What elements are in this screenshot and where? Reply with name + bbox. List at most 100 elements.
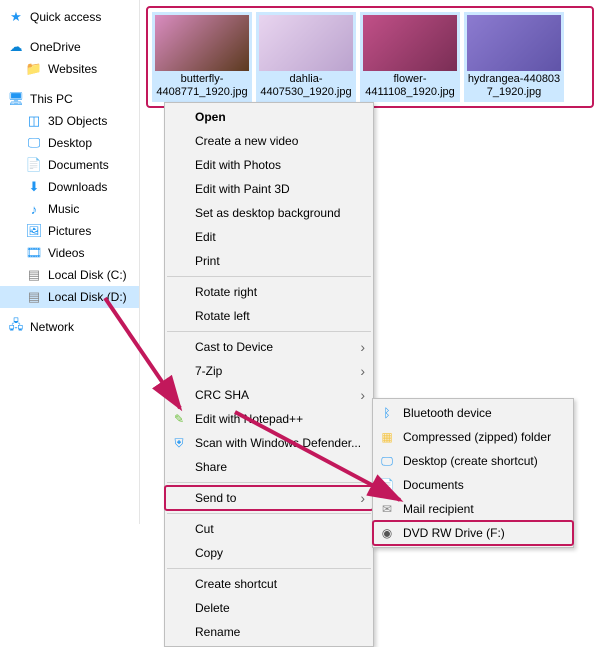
chevron-right-icon: ›	[360, 490, 365, 506]
nav-quick-access[interactable]: ★ Quick access	[0, 6, 139, 28]
nav-local-disk-d[interactable]: ▤ Local Disk (D:)	[0, 286, 139, 308]
cloud-icon: ☁	[8, 39, 24, 55]
menu-separator	[167, 482, 371, 483]
nav-label: Local Disk (D:)	[48, 290, 127, 304]
pc-icon: 🖥	[8, 91, 24, 107]
menu-scan-defender[interactable]: ⛨Scan with Windows Defender...	[165, 431, 373, 455]
videos-icon: 🎞	[26, 245, 42, 261]
nav-label: Downloads	[48, 180, 107, 194]
zip-icon: ▦	[379, 429, 395, 445]
menu-edit-npp[interactable]: ✎Edit with Notepad++	[165, 407, 373, 431]
thumbnail-selection: butterfly-4408771_1920.jpg dahlia-440753…	[146, 6, 594, 108]
network-icon: 🖧	[8, 319, 24, 335]
drive-icon: ▤	[26, 289, 42, 305]
menu-copy[interactable]: Copy	[165, 541, 373, 565]
chevron-right-icon: ›	[360, 387, 365, 403]
file-thumbnail[interactable]: hydrangea-440803 7_1920.jpg	[464, 12, 564, 102]
nav-documents[interactable]: 📄 Documents	[0, 154, 139, 176]
image-preview-icon	[467, 15, 561, 71]
nav-label: Quick access	[30, 10, 101, 24]
menu-separator	[167, 331, 371, 332]
menu-separator	[167, 568, 371, 569]
context-menu: Open Create a new video Edit with Photos…	[164, 102, 374, 647]
menu-edit[interactable]: Edit	[165, 225, 373, 249]
menu-edit-photos[interactable]: Edit with Photos	[165, 153, 373, 177]
nav-label: Documents	[48, 158, 109, 172]
nav-desktop[interactable]: 🖵 Desktop	[0, 132, 139, 154]
nav-onedrive[interactable]: ☁ OneDrive	[0, 36, 139, 58]
file-thumbnail[interactable]: dahlia-4407530_1920.jpg	[256, 12, 356, 102]
menu-7zip[interactable]: 7-Zip›	[165, 359, 373, 383]
disc-icon: ◉	[379, 525, 395, 541]
nav-label: Pictures	[48, 224, 91, 238]
menu-create-video[interactable]: Create a new video	[165, 129, 373, 153]
desktop-icon: 🖵	[26, 135, 42, 151]
nav-label: Local Disk (C:)	[48, 268, 127, 282]
nav-label: OneDrive	[30, 40, 81, 54]
nav-label: Music	[48, 202, 79, 216]
file-thumbnail[interactable]: flower-4411108_1920.jpg	[360, 12, 460, 102]
bluetooth-icon: ᛒ	[379, 405, 395, 421]
menu-rotate-right[interactable]: Rotate right	[165, 280, 373, 304]
mail-icon: ✉	[379, 501, 395, 517]
image-preview-icon	[259, 15, 353, 71]
documents-icon: 📄	[379, 477, 395, 493]
sendto-dvd-rw[interactable]: ◉DVD RW Drive (F:)	[373, 521, 573, 545]
menu-separator	[167, 513, 371, 514]
documents-icon: 📄	[26, 157, 42, 173]
folder-icon: 📁	[26, 61, 42, 77]
chevron-right-icon: ›	[360, 363, 365, 379]
sendto-compressed[interactable]: ▦Compressed (zipped) folder	[373, 425, 573, 449]
image-preview-icon	[363, 15, 457, 71]
menu-create-shortcut[interactable]: Create shortcut	[165, 572, 373, 596]
menu-delete[interactable]: Delete	[165, 596, 373, 620]
file-caption: hydrangea-440803 7_1920.jpg	[467, 73, 561, 99]
file-caption: flower-4411108_1920.jpg	[363, 73, 457, 99]
menu-print[interactable]: Print	[165, 249, 373, 273]
shield-icon: ⛨	[171, 435, 187, 451]
sendto-mail[interactable]: ✉Mail recipient	[373, 497, 573, 521]
sendto-documents[interactable]: 📄Documents	[373, 473, 573, 497]
nav-label: Network	[30, 320, 74, 334]
file-caption: butterfly-4408771_1920.jpg	[155, 73, 249, 99]
drive-icon: ▤	[26, 267, 42, 283]
nav-label: Desktop	[48, 136, 92, 150]
nav-pictures[interactable]: 🖼 Pictures	[0, 220, 139, 242]
menu-set-wallpaper[interactable]: Set as desktop background	[165, 201, 373, 225]
nav-label: This PC	[30, 92, 73, 106]
menu-rename[interactable]: Rename	[165, 620, 373, 644]
menu-cut[interactable]: Cut	[165, 517, 373, 541]
menu-edit-paint3d[interactable]: Edit with Paint 3D	[165, 177, 373, 201]
notepad-icon: ✎	[171, 411, 187, 427]
sendto-bluetooth[interactable]: ᛒBluetooth device	[373, 401, 573, 425]
music-icon: ♪	[26, 201, 42, 217]
nav-label: Websites	[48, 62, 97, 76]
menu-separator	[167, 276, 371, 277]
nav-3d-objects[interactable]: ◫ 3D Objects	[0, 110, 139, 132]
chevron-right-icon: ›	[360, 339, 365, 355]
menu-open[interactable]: Open	[165, 105, 373, 129]
sendto-desktop[interactable]: 🖵Desktop (create shortcut)	[373, 449, 573, 473]
nav-downloads[interactable]: ⬇ Downloads	[0, 176, 139, 198]
download-icon: ⬇	[26, 179, 42, 195]
menu-share[interactable]: Share	[165, 455, 373, 479]
file-caption: dahlia-4407530_1920.jpg	[259, 73, 353, 99]
nav-network[interactable]: 🖧 Network	[0, 316, 139, 338]
star-icon: ★	[8, 9, 24, 25]
navigation-pane: ★ Quick access ☁ OneDrive 📁 Websites 🖥 T…	[0, 0, 140, 524]
nav-local-disk-c[interactable]: ▤ Local Disk (C:)	[0, 264, 139, 286]
menu-crc-sha[interactable]: CRC SHA›	[165, 383, 373, 407]
menu-cast[interactable]: Cast to Device›	[165, 335, 373, 359]
menu-rotate-left[interactable]: Rotate left	[165, 304, 373, 328]
sendto-submenu: ᛒBluetooth device ▦Compressed (zipped) f…	[372, 398, 574, 548]
nav-music[interactable]: ♪ Music	[0, 198, 139, 220]
nav-websites[interactable]: 📁 Websites	[0, 58, 139, 80]
nav-videos[interactable]: 🎞 Videos	[0, 242, 139, 264]
file-thumbnail[interactable]: butterfly-4408771_1920.jpg	[152, 12, 252, 102]
image-preview-icon	[155, 15, 249, 71]
nav-this-pc[interactable]: 🖥 This PC	[0, 88, 139, 110]
pictures-icon: 🖼	[26, 223, 42, 239]
desktop-icon: 🖵	[379, 453, 395, 469]
menu-send-to[interactable]: Send to›	[165, 486, 373, 510]
nav-label: Videos	[48, 246, 84, 260]
